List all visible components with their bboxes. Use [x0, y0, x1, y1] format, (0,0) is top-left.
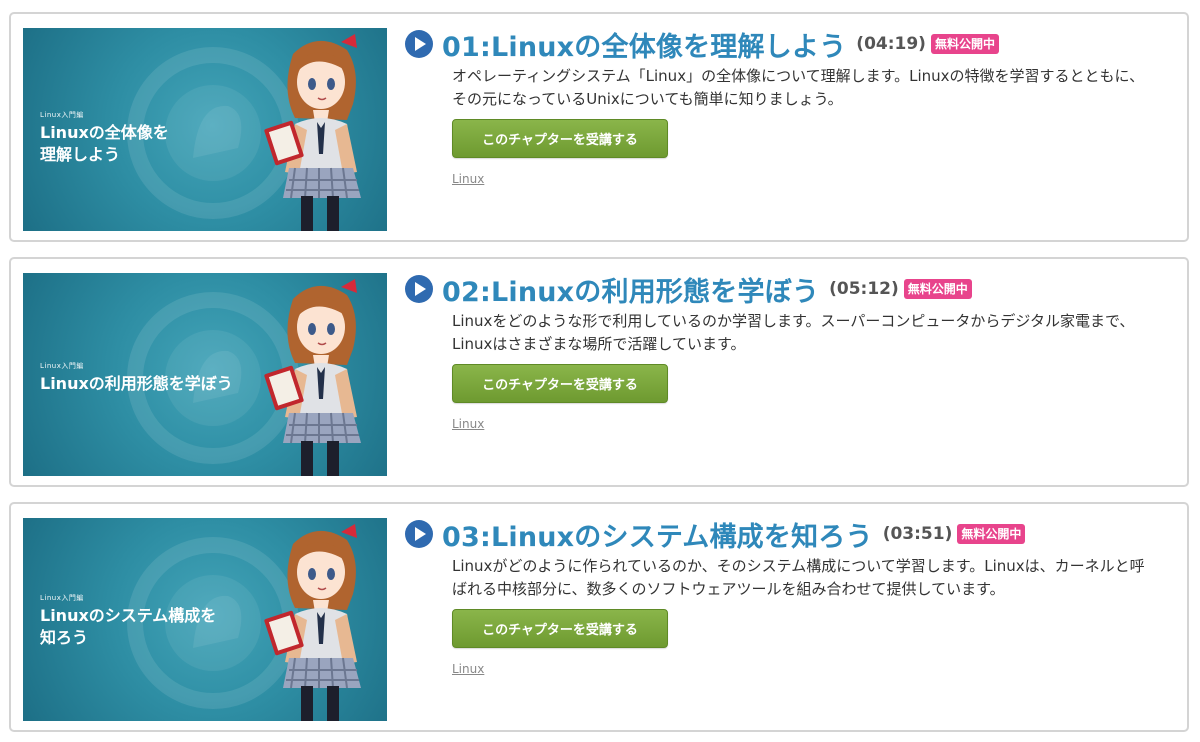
tag-link-linux[interactable]: Linux	[452, 172, 484, 186]
character-illustration-icon	[264, 279, 361, 476]
free-badge: 無料公開中	[903, 279, 972, 299]
thumbnail-title: Linuxのシステム構成を 知ろう	[40, 606, 217, 647]
chapter-content: 01:Linuxの全体像を理解しよう (04:19) 無料公開中 オペレーティン…	[404, 24, 1184, 187]
chapter-title[interactable]: 01:Linuxの全体像を理解しよう	[442, 25, 846, 64]
chapter-card: Linux入門編 Linuxの全体像を 理解しよう 01:Linuxの全体像を理…	[9, 12, 1189, 242]
tag-link-linux[interactable]: Linux	[452, 417, 484, 431]
thumbnail-series-label: Linux入門編	[40, 362, 84, 370]
chapter-content: 03:Linuxのシステム構成を知ろう (03:51) 無料公開中 Linuxが…	[404, 514, 1184, 677]
chapter-title-row: 01:Linuxの全体像を理解しよう (04:19) 無料公開中	[404, 24, 1184, 64]
chapter-duration: (04:19)	[856, 34, 926, 54]
free-badge: 無料公開中	[930, 34, 999, 54]
chapter-description: Linuxがどのように作られているのか、そのシステム構成について学習します。Li…	[452, 557, 1145, 598]
thumbnail-caption: Linux入門編 Linuxの利用形態を学ぼう	[40, 361, 233, 395]
chapter-title-row: 02:Linuxの利用形態を学ぼう (05:12) 無料公開中	[404, 269, 1184, 309]
chapter-duration: (03:51)	[882, 524, 953, 544]
chapter-description: オペレーティングシステム「Linux」の全体像について理解します。Linuxの特…	[452, 67, 1145, 108]
chapter-title-row: 03:Linuxのシステム構成を知ろう (03:51) 無料公開中	[404, 514, 1184, 554]
enroll-chapter-button[interactable]: このチャプターを受講する	[452, 609, 668, 648]
chapter-title[interactable]: 03:Linuxのシステム構成を知ろう	[442, 515, 873, 554]
tag-link-linux[interactable]: Linux	[452, 662, 484, 676]
chapter-duration: (05:12)	[829, 279, 899, 299]
chapter-thumbnail[interactable]: Linux入門編 Linuxの利用形態を学ぼう	[23, 273, 387, 476]
chapter-description: Linuxをどのような形で利用しているのか学習します。スーパーコンピュータからデ…	[452, 312, 1135, 353]
character-illustration-icon	[264, 524, 361, 721]
play-circle-icon[interactable]	[404, 519, 434, 549]
thumbnail-title: Linuxの利用形態を学ぼう	[40, 374, 233, 393]
thumbnail-title: Linuxの全体像を 理解しよう	[40, 123, 169, 164]
enroll-chapter-button[interactable]: このチャプターを受講する	[452, 119, 668, 158]
thumbnail-caption: Linux入門編 Linuxの全体像を 理解しよう	[40, 110, 169, 166]
chapter-card: Linux入門編 Linuxの利用形態を学ぼう 02:Linuxの利用形態を学ぼ…	[9, 257, 1189, 487]
chapter-content: 02:Linuxの利用形態を学ぼう (05:12) 無料公開中 Linuxをどの…	[404, 269, 1184, 432]
chapter-card: Linux入門編 Linuxのシステム構成を 知ろう 03:Linuxのシステム…	[9, 502, 1189, 732]
thumbnail-series-label: Linux入門編	[40, 594, 84, 602]
thumbnail-series-label: Linux入門編	[40, 111, 84, 119]
enroll-chapter-button[interactable]: このチャプターを受講する	[452, 364, 668, 403]
free-badge: 無料公開中	[957, 524, 1026, 544]
play-circle-icon[interactable]	[404, 274, 434, 304]
chapter-title[interactable]: 02:Linuxの利用形態を学ぼう	[442, 270, 819, 309]
thumbnail-caption: Linux入門編 Linuxのシステム構成を 知ろう	[40, 593, 216, 649]
chapter-thumbnail[interactable]: Linux入門編 Linuxの全体像を 理解しよう	[23, 28, 387, 231]
play-circle-icon[interactable]	[404, 29, 434, 59]
chapter-thumbnail[interactable]: Linux入門編 Linuxのシステム構成を 知ろう	[23, 518, 387, 721]
character-illustration-icon	[264, 34, 361, 231]
